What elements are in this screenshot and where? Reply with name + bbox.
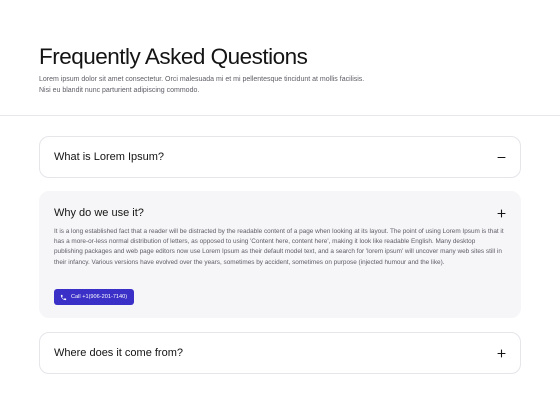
page-title: Frequently Asked Questions bbox=[39, 44, 308, 69]
faq-answer: It is a long established fact that a rea… bbox=[54, 228, 504, 266]
faq-item-why-do-we-use-it[interactable]: Why do we use it? It is a long establish… bbox=[39, 191, 521, 318]
call-button[interactable]: Call +1(906-201-7140) bbox=[54, 289, 135, 305]
faq-question[interactable]: What is Lorem Ipsum? bbox=[54, 151, 164, 163]
faq-item-what-is-lorem-ipsum[interactable]: What is Lorem Ipsum? bbox=[39, 136, 521, 178]
call-button-label: Call +1(906-201-7140) bbox=[71, 294, 128, 300]
faq-header: Frequently Asked Questions Lorem ipsum d… bbox=[0, 0, 560, 116]
minus-icon[interactable] bbox=[497, 153, 506, 162]
plus-icon[interactable] bbox=[497, 349, 506, 358]
plus-icon[interactable] bbox=[497, 209, 506, 218]
phone-icon bbox=[60, 294, 67, 301]
faq-question[interactable]: Why do we use it? bbox=[54, 207, 144, 219]
page-subtitle: Lorem ipsum dolor sit amet consectetur. … bbox=[39, 76, 365, 94]
faq-question[interactable]: Where does it come from? bbox=[54, 347, 183, 359]
faq-item-where-does-it-come-from[interactable]: Where does it come from? bbox=[39, 332, 521, 374]
